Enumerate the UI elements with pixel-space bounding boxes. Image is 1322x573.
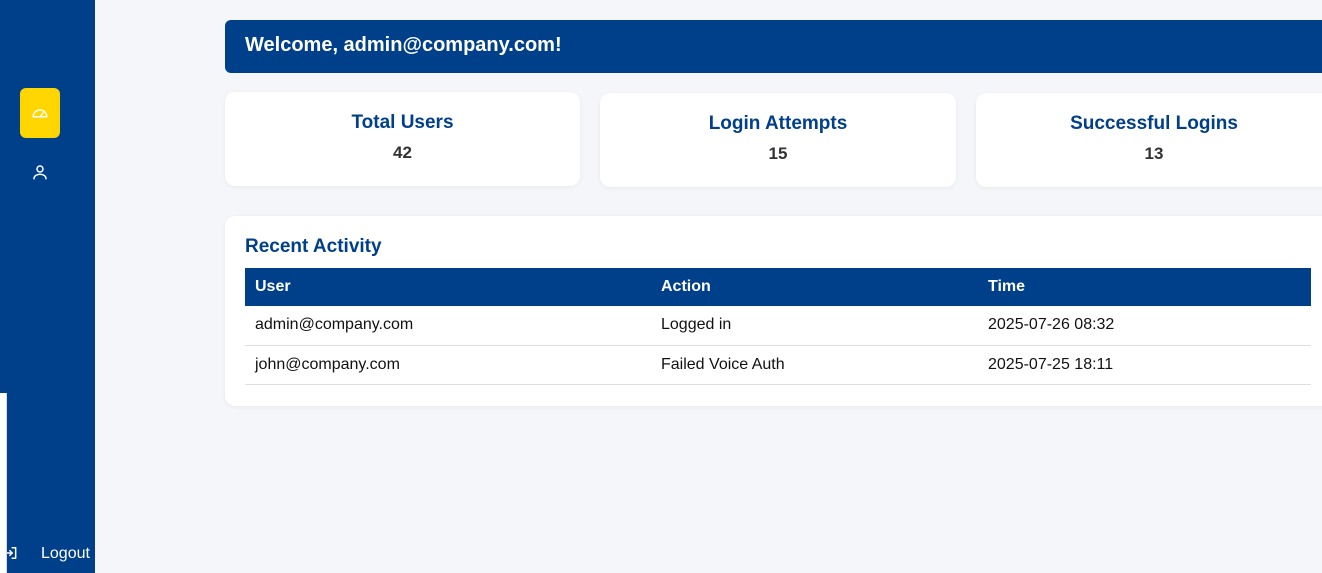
stat-title: Successful Logins	[1070, 113, 1238, 134]
cell-time: 2025-07-25 18:11	[978, 345, 1311, 385]
stat-title: Total Users	[351, 112, 454, 133]
logout-button[interactable]: Logout	[0, 540, 95, 568]
section-title: Recent Activity	[245, 236, 382, 257]
logout-label: Logout	[41, 545, 90, 562]
cell-action: Failed Voice Auth	[651, 345, 978, 385]
collapsed-panel-edge[interactable]	[0, 393, 7, 573]
stat-card-login-attempts: Login Attempts 15	[600, 93, 956, 187]
cell-user: admin@company.com	[245, 306, 651, 346]
column-header-user: User	[245, 268, 651, 306]
sidebar: Logout	[0, 0, 95, 573]
stat-card-total-users: Total Users 42	[225, 92, 580, 186]
table-header-row: User Action Time	[245, 268, 1311, 306]
cell-user: john@company.com	[245, 345, 651, 385]
welcome-banner: Welcome, admin@company.com!	[225, 20, 1322, 73]
stat-card-successful-logins: Successful Logins 13	[976, 93, 1322, 187]
column-header-action: Action	[651, 268, 978, 306]
cell-action: Logged in	[651, 306, 978, 346]
stat-title: Login Attempts	[708, 113, 848, 134]
stat-value: 15	[768, 144, 788, 163]
stat-value: 42	[393, 143, 412, 162]
stat-value: 13	[1144, 144, 1164, 163]
dashboard-gauge-icon	[32, 109, 48, 118]
table-row: admin@company.com Logged in 2025-07-26 0…	[245, 306, 1311, 346]
sidebar-item-dashboard[interactable]	[20, 88, 60, 138]
activity-table: User Action Time admin@company.com Logge…	[245, 268, 1311, 385]
user-icon	[33, 165, 47, 180]
welcome-text: Welcome, admin@company.com!	[245, 34, 562, 56]
cell-time: 2025-07-26 08:32	[978, 306, 1311, 346]
recent-activity-panel: Recent Activity User Action Time admin@c…	[225, 216, 1322, 406]
sidebar-item-users[interactable]	[20, 148, 60, 196]
table-row: john@company.com Failed Voice Auth 2025-…	[245, 345, 1311, 385]
column-header-time: Time	[978, 268, 1311, 306]
